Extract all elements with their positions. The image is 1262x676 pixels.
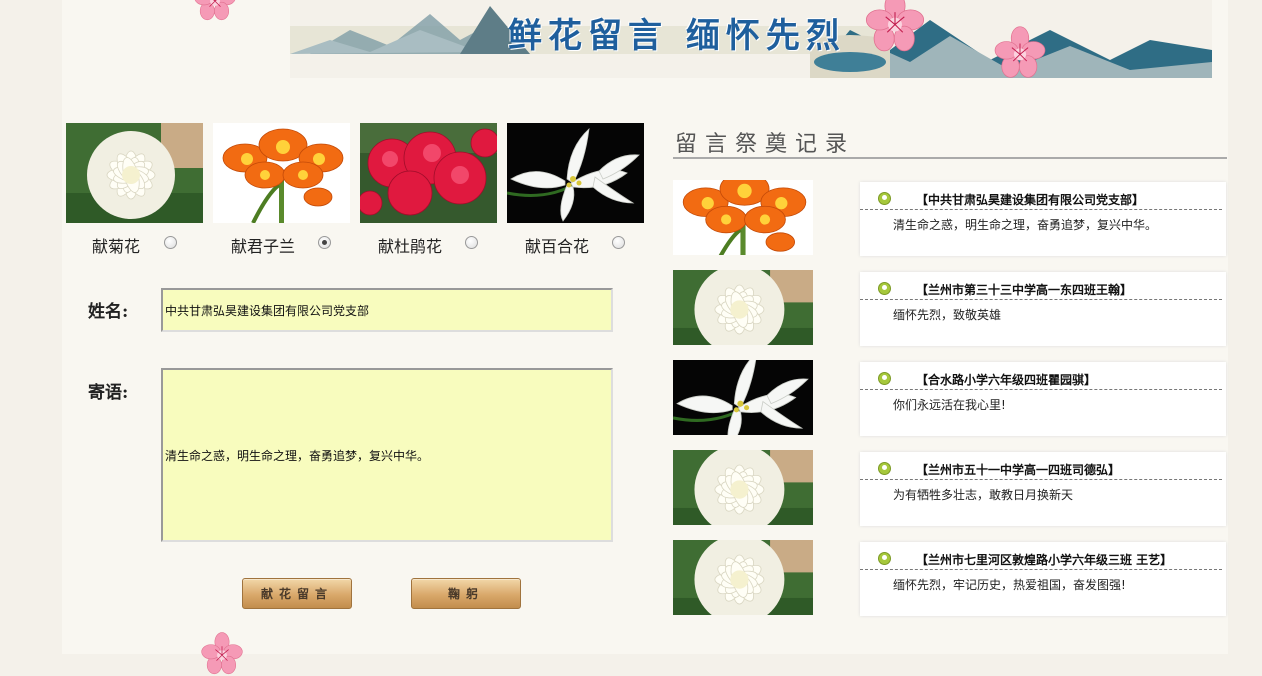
bow-button[interactable]: 鞠躬 xyxy=(411,578,521,609)
flower-label: 献菊花 xyxy=(92,237,141,256)
records-title: 留言祭奠记录 xyxy=(675,132,856,157)
list-item: 【合水路小学六年级四班瞿园骐】 你们永远活在我心里! xyxy=(860,362,1226,436)
record-name: 【合水路小学六年级四班瞿园骐】 xyxy=(916,373,1097,387)
chrysanthemum-image xyxy=(673,450,813,525)
clivia-image xyxy=(213,123,350,223)
flower-option-chrysanthemum[interactable]: 献菊花 xyxy=(66,123,203,256)
user-icon xyxy=(878,462,891,475)
message-textarea[interactable]: 清生命之惑，明生命之理，奋勇追梦，复兴中华。 xyxy=(161,368,613,542)
name-input[interactable] xyxy=(161,288,613,332)
list-item: 【中共甘肃弘昊建设集团有限公司党支部】 清生命之惑，明生命之理，奋勇追梦，复兴中… xyxy=(860,182,1226,256)
message-label: 寄语: xyxy=(88,383,129,403)
list-item: 【兰州市第三十三中学高一东四班王翰】 缅怀先烈，致敬英雄 xyxy=(860,272,1226,346)
chrysanthemum-image xyxy=(673,270,813,345)
header-banner: 鲜花留言 缅怀先烈 xyxy=(290,0,1212,78)
plum-blossom-icon xyxy=(985,26,1055,80)
record-message: 你们永远活在我心里! xyxy=(893,398,1006,412)
flower-radio-clivia[interactable] xyxy=(318,236,331,249)
record-message: 缅怀先烈，牢记历史，热爱祖国，奋发图强! xyxy=(893,578,1126,592)
flower-option-azalea[interactable]: 献杜鹃花 xyxy=(360,123,497,256)
message-text: 清生命之惑，明生命之理，奋勇追梦，复兴中华。 xyxy=(165,448,430,463)
chrysanthemum-image xyxy=(673,540,813,615)
azalea-image xyxy=(360,123,497,223)
record-name: 【中共甘肃弘昊建设集团有限公司党支部】 xyxy=(916,193,1145,207)
user-icon xyxy=(878,192,891,205)
record-message: 清生命之惑，明生命之理，奋勇追梦，复兴中华。 xyxy=(893,218,1158,232)
list-item: 【兰州市五十一中学高一四班司德弘】 为有牺牲多壮志，敢教日月换新天 xyxy=(860,452,1226,526)
lily-image xyxy=(673,360,813,435)
plum-blossom-icon xyxy=(860,0,930,54)
user-icon xyxy=(878,372,891,385)
flower-radio-chrysanthemum[interactable] xyxy=(164,236,177,249)
record-message: 缅怀先烈，致敬英雄 xyxy=(893,308,1002,322)
name-label: 姓名: xyxy=(88,302,129,322)
user-icon xyxy=(878,552,891,565)
chrysanthemum-image xyxy=(66,123,203,223)
flower-label: 献君子兰 xyxy=(231,237,296,256)
record-message: 为有牺牲多壮志，敢教日月换新天 xyxy=(893,488,1074,502)
list-item: 【兰州市七里河区敦煌路小学六年级三班 王艺】 缅怀先烈，牢记历史，热爱祖国，奋发… xyxy=(860,542,1226,616)
records-divider xyxy=(673,157,1227,159)
plum-blossom-icon xyxy=(185,0,245,22)
submit-flower-button[interactable]: 献花留言 xyxy=(242,578,352,609)
record-name: 【兰州市七里河区敦煌路小学六年级三班 王艺】 xyxy=(916,553,1173,567)
flower-option-clivia[interactable]: 献君子兰 xyxy=(213,123,350,256)
plum-blossom-icon xyxy=(192,632,252,676)
flower-label: 献杜鹃花 xyxy=(378,237,443,256)
flower-option-lily[interactable]: 献百合花 xyxy=(507,123,644,256)
flower-radio-azalea[interactable] xyxy=(465,236,478,249)
user-icon xyxy=(878,282,891,295)
flower-label: 献百合花 xyxy=(525,237,590,256)
record-name: 【兰州市五十一中学高一四班司德弘】 xyxy=(916,463,1121,477)
record-name: 【兰州市第三十三中学高一东四班王翰】 xyxy=(916,283,1133,297)
lily-image xyxy=(507,123,644,223)
flower-radio-lily[interactable] xyxy=(612,236,625,249)
banner-title: 鲜花留言 缅怀先烈 xyxy=(508,16,846,56)
clivia-image xyxy=(673,180,813,255)
